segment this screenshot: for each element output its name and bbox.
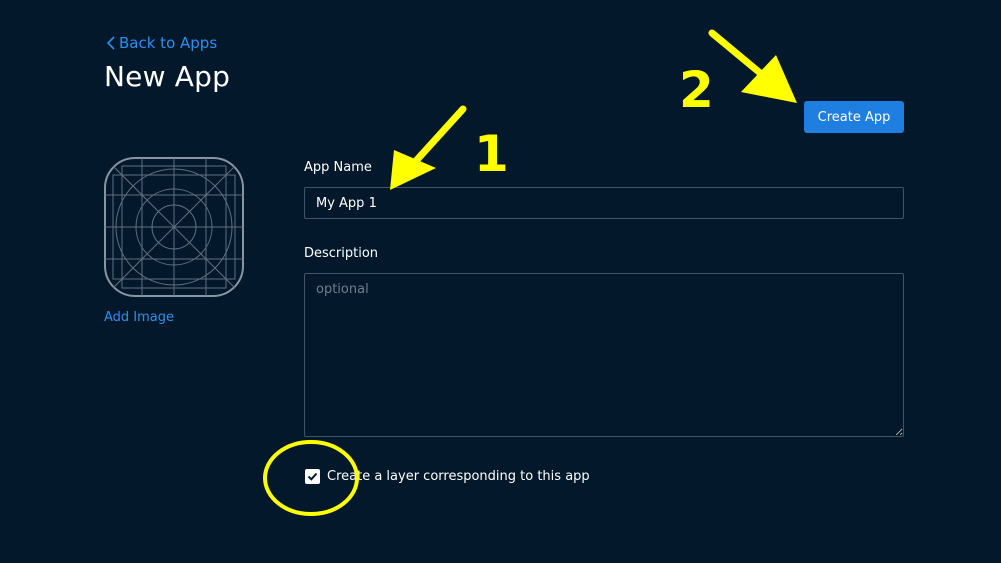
layer-checkbox-row[interactable]: Create a layer corresponding to this app xyxy=(305,469,590,484)
annotation-arrow-two xyxy=(712,33,797,103)
page-title: New App xyxy=(104,60,230,93)
chevron-left-icon xyxy=(106,35,116,51)
add-image-link[interactable]: Add Image xyxy=(104,310,174,325)
back-link-label: Back to Apps xyxy=(119,34,217,52)
description-textarea[interactable] xyxy=(304,273,904,437)
annotation-number-one: 1 xyxy=(474,125,509,183)
layer-checkbox-label: Create a layer corresponding to this app xyxy=(327,469,590,484)
back-to-apps-link[interactable]: Back to Apps xyxy=(106,33,217,53)
app-name-input[interactable] xyxy=(304,187,904,219)
description-label: Description xyxy=(304,246,378,261)
app-name-label: App Name xyxy=(304,160,372,175)
annotation-arrow-one xyxy=(390,109,463,190)
app-icon-placeholder[interactable] xyxy=(104,157,244,297)
create-app-button[interactable]: Create App xyxy=(804,101,904,133)
checkmark-icon xyxy=(307,471,318,482)
annotation-number-two: 2 xyxy=(679,61,714,119)
layer-checkbox[interactable] xyxy=(305,469,320,484)
